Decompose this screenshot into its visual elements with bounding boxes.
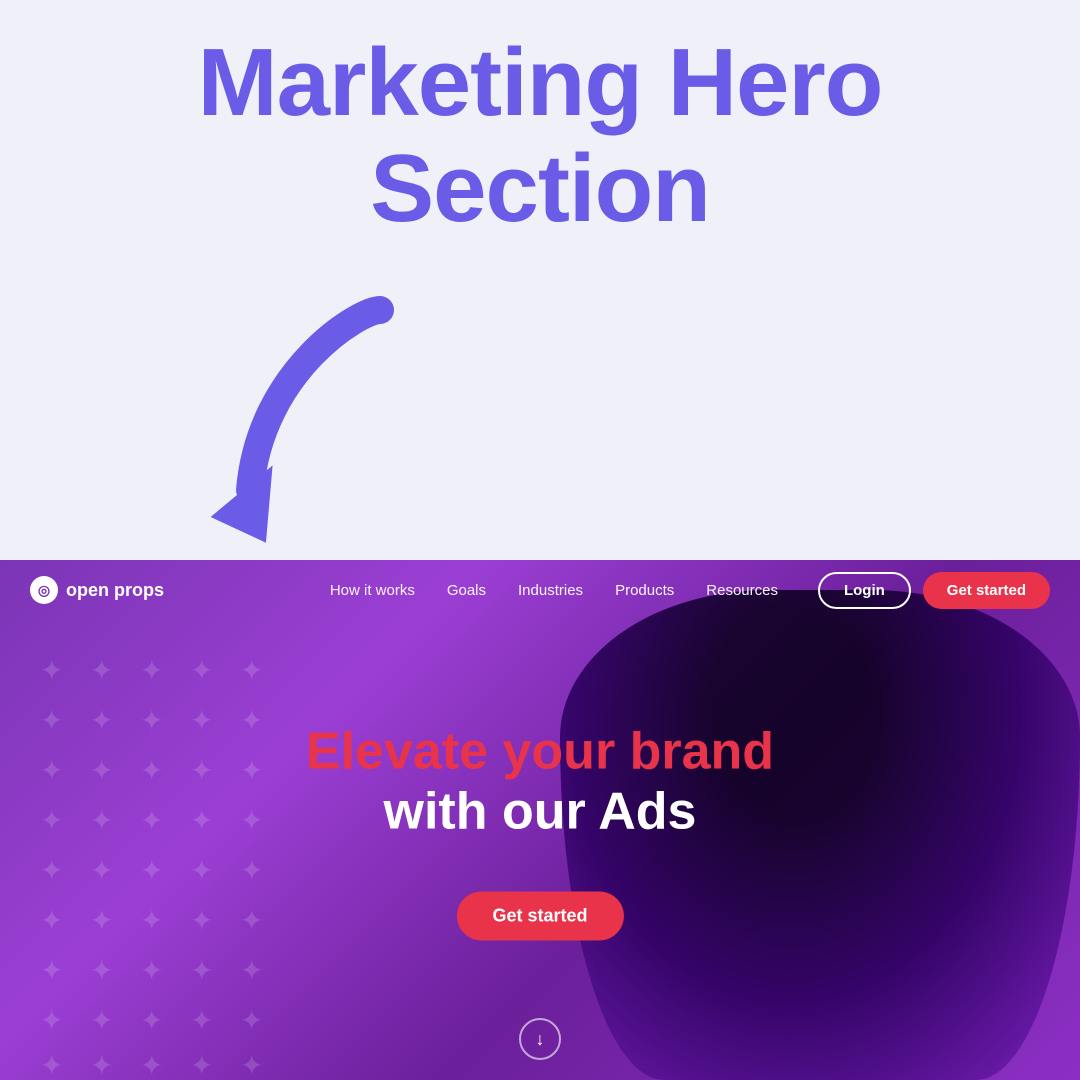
svg-text:✦: ✦ [240,655,263,686]
svg-text:✦: ✦ [90,905,113,936]
nav-link-products[interactable]: Products [615,582,674,599]
svg-text:✦: ✦ [190,705,213,736]
svg-text:✦: ✦ [140,905,163,936]
nav-link-how-it-works[interactable]: How it works [330,582,415,599]
logo-text: open props [66,580,164,601]
annotation-section: Marketing Hero Section [0,0,1080,560]
svg-text:✦: ✦ [90,805,113,836]
svg-text:✦: ✦ [140,1050,163,1080]
svg-text:✦: ✦ [40,1005,63,1036]
get-started-hero-button[interactable]: Get started [456,891,623,940]
hero-headline-line2: with our Ads [306,781,774,841]
get-started-nav-button[interactable]: Get started [923,572,1050,609]
hero-content: Elevate your brand with our Ads Get star… [306,721,774,940]
svg-text:✦: ✦ [40,855,63,886]
svg-text:✦: ✦ [240,855,263,886]
svg-text:✦: ✦ [240,955,263,986]
svg-text:✦: ✦ [90,955,113,986]
svg-text:✦: ✦ [40,805,63,836]
svg-text:✦: ✦ [40,705,63,736]
svg-text:✦: ✦ [40,955,63,986]
svg-text:✦: ✦ [40,655,63,686]
svg-text:✦: ✦ [140,655,163,686]
svg-text:✦: ✦ [140,755,163,786]
svg-text:✦: ✦ [140,1005,163,1036]
svg-text:✦: ✦ [240,905,263,936]
svg-text:✦: ✦ [240,805,263,836]
website-section: ✦ ✦ ✦ ✦ ✦ ✦ ✦ ✦ ✦ ✦ ✦ ✦ ✦ ✦ ✦ ✦ ✦ ✦ ✦ ✦ ✦ ✦ ✦ ✦ ✦ ✦ ✦ ✦ ✦ ✦ ✦ ✦ ✦ ✦… [0,560,1080,1080]
navbar: ◎ open props How it works Goals Industri… [0,560,1080,620]
svg-text:✦: ✦ [90,855,113,886]
login-button[interactable]: Login [818,572,911,609]
svg-text:✦: ✦ [90,705,113,736]
svg-text:✦: ✦ [240,755,263,786]
svg-text:✦: ✦ [140,805,163,836]
svg-text:✦: ✦ [190,805,213,836]
nav-logo[interactable]: ◎ open props [30,576,164,604]
svg-text:✦: ✦ [190,955,213,986]
annotation-title-line2: Section [370,135,710,242]
scroll-down-button[interactable]: ↓ [519,1018,561,1060]
svg-text:✦: ✦ [90,1005,113,1036]
svg-text:✦: ✦ [40,755,63,786]
svg-text:✦: ✦ [90,655,113,686]
logo-icon: ◎ [30,576,58,604]
nav-links: How it works Goals Industries Products R… [330,582,778,599]
annotation-title-line1: Marketing Hero [198,29,883,136]
arrow-svg [200,290,420,550]
svg-text:✦: ✦ [190,1005,213,1036]
nav-link-goals[interactable]: Goals [447,582,486,599]
scroll-down-icon: ↓ [536,1029,545,1050]
nav-link-resources[interactable]: Resources [706,582,778,599]
svg-text:✦: ✦ [90,755,113,786]
nav-link-industries[interactable]: Industries [518,582,583,599]
logo-symbol: ◎ [38,582,50,599]
svg-text:✦: ✦ [190,905,213,936]
hero-headline-line1: Elevate your brand [306,721,774,781]
svg-text:✦: ✦ [190,855,213,886]
svg-text:✦: ✦ [240,1005,263,1036]
svg-text:✦: ✦ [190,755,213,786]
annotation-title: Marketing Hero Section [198,30,883,241]
annotation-arrow [200,290,420,550]
svg-text:✦: ✦ [40,905,63,936]
svg-text:✦: ✦ [40,1050,63,1080]
svg-text:✦: ✦ [190,655,213,686]
svg-text:✦: ✦ [240,1050,263,1080]
nav-actions: Login Get started [818,572,1050,609]
svg-text:✦: ✦ [190,1050,213,1080]
svg-text:✦: ✦ [140,955,163,986]
svg-text:✦: ✦ [140,855,163,886]
svg-text:✦: ✦ [140,705,163,736]
svg-text:✦: ✦ [240,705,263,736]
svg-text:✦: ✦ [90,1050,113,1080]
stars-pattern: ✦ ✦ ✦ ✦ ✦ ✦ ✦ ✦ ✦ ✦ ✦ ✦ ✦ ✦ ✦ ✦ ✦ ✦ ✦ ✦ ✦ ✦ ✦ ✦ ✦ ✦ ✦ ✦ ✦ ✦ ✦ ✦ ✦ ✦… [20,620,280,1080]
